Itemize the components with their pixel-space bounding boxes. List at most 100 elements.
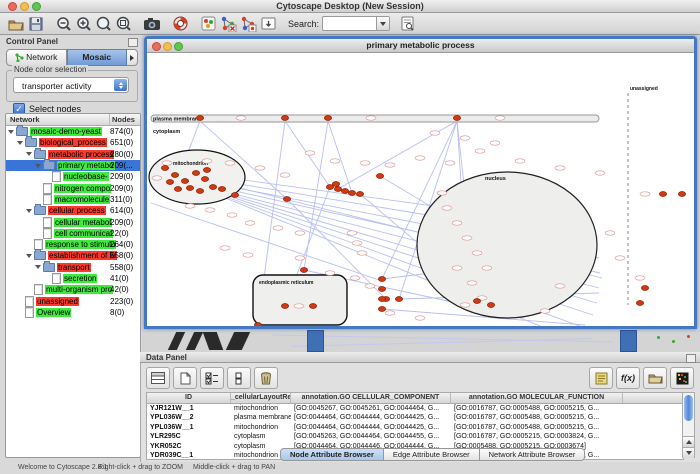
network-node[interactable]	[283, 197, 290, 202]
network-node[interactable]	[348, 191, 355, 196]
zoom-actual-size-icon[interactable]	[94, 15, 114, 33]
scrollbar-thumb[interactable]	[684, 395, 693, 421]
tree-row-macromolecule[interactable]: macromolecule311(0)	[6, 194, 140, 205]
network-node[interactable]	[281, 304, 288, 309]
table-scrollbar[interactable]	[682, 392, 695, 458]
network-node[interactable]	[309, 304, 316, 309]
table-row-ypl036w__2[interactable]: YPL036W__2plasma membrane[GO:0044464, GO…	[147, 413, 683, 422]
formula-builder-icon[interactable]	[589, 367, 613, 389]
expander-icon[interactable]	[8, 130, 14, 134]
tab-node-attribute-browser[interactable]: Node Attribute Browser	[280, 448, 384, 461]
layout-network-red-icon[interactable]	[238, 15, 258, 33]
network-node[interactable]	[171, 173, 178, 178]
network-node[interactable]	[356, 192, 363, 197]
close-window-button[interactable]	[8, 2, 17, 11]
layout-network-blue-icon[interactable]	[218, 15, 238, 33]
search-input[interactable]	[322, 16, 390, 31]
control-panel-float-icon[interactable]	[128, 38, 138, 47]
zoom-in-icon[interactable]	[74, 15, 94, 33]
scroll-down-button[interactable]	[683, 447, 694, 458]
network-node[interactable]	[192, 171, 199, 176]
network-window-titlebar[interactable]: primary metabolic process	[147, 39, 694, 53]
annotation-icon[interactable]	[198, 15, 218, 33]
network-node[interactable]	[203, 168, 210, 173]
tree-row-primary-metabo[interactable]: primary metabo209(...	[6, 160, 140, 171]
new-attribute-icon[interactable]	[173, 367, 197, 389]
import-attributes-icon[interactable]	[643, 367, 667, 389]
network-node[interactable]	[181, 179, 188, 184]
network-node[interactable]	[161, 166, 168, 171]
import-network-icon[interactable]	[258, 15, 278, 33]
tree-row-multi-organism-pro[interactable]: multi-organism pro42(0)	[6, 284, 140, 295]
network-node[interactable]	[254, 323, 261, 327]
tree-row-secretion[interactable]: secretion41(0)	[6, 273, 140, 284]
zoom-out-icon[interactable]	[54, 15, 74, 33]
tree-row-response-to-stimulu[interactable]: response to stimulu264(0)	[6, 239, 140, 250]
attribute-table-icon[interactable]	[146, 367, 170, 389]
help-lifesaver-icon[interactable]	[170, 15, 190, 33]
tree-row-establishment-of-lo[interactable]: establishment of lo558(0)	[6, 250, 140, 261]
network-node[interactable]	[201, 177, 208, 182]
tree-row-overview[interactable]: Overview8(0)	[6, 307, 140, 318]
network-minimize-button[interactable]	[163, 42, 172, 51]
network-node[interactable]	[636, 301, 643, 306]
search-dropdown-button[interactable]	[376, 17, 389, 30]
network-node[interactable]	[453, 116, 460, 121]
network-close-button[interactable]	[152, 42, 161, 51]
zoom-window-button[interactable]	[32, 2, 41, 11]
network-node[interactable]	[487, 303, 494, 308]
column-molecular-function[interactable]: annotation.GO MOLECULAR_FUNCTION	[451, 393, 623, 403]
search-config-icon[interactable]	[398, 15, 418, 33]
tree-row-nitrogen-compo[interactable]: nitrogen compo209(0)	[6, 182, 140, 193]
network-node[interactable]	[196, 116, 203, 121]
delete-attribute-icon[interactable]	[254, 367, 278, 389]
network-node[interactable]	[395, 297, 402, 302]
network-node[interactable]	[678, 192, 685, 197]
network-node[interactable]	[378, 297, 385, 302]
tree-row-cellular-process[interactable]: cellular process614(0)	[6, 205, 140, 216]
unselect-attributes-icon[interactable]	[227, 367, 251, 389]
zoom-fit-content-icon[interactable]	[114, 15, 134, 33]
tab-network-attribute-browser[interactable]: Network Attribute Browser	[480, 448, 586, 461]
function-icon[interactable]: f(x)	[616, 367, 640, 389]
network-node[interactable]	[378, 307, 385, 312]
tab-overflow-button[interactable]	[127, 49, 138, 66]
tab-mosaic[interactable]: Mosaic	[67, 49, 128, 66]
network-node[interactable]	[209, 185, 216, 190]
column-cellular-component[interactable]: annotation.GO CELLULAR_COMPONENT	[291, 393, 451, 403]
network-node[interactable]	[641, 286, 648, 291]
column-layout-region[interactable]: _cellularLayoutRegion	[231, 393, 291, 403]
tab-edge-attribute-browser[interactable]: Edge Attribute Browser	[384, 448, 480, 461]
table-row-ypl036w__1[interactable]: YPL036W__1mitochondrion[GO:0044464, GO:0…	[147, 423, 683, 432]
tab-network[interactable]: Network	[6, 49, 67, 66]
minimize-window-button[interactable]	[20, 2, 29, 11]
network-node[interactable]	[341, 189, 348, 194]
column-id[interactable]: ID	[147, 393, 231, 403]
network-node[interactable]	[334, 187, 341, 192]
expander-icon[interactable]	[35, 265, 41, 269]
network-node[interactable]	[473, 299, 480, 304]
network-node[interactable]	[174, 187, 181, 192]
tree-row-metabolic-process[interactable]: metabolic process280(0)	[6, 149, 140, 160]
open-session-icon[interactable]	[6, 15, 26, 33]
tree-row-nucleobase-[interactable]: nucleobase-209(0)	[6, 171, 140, 182]
snapshot-camera-icon[interactable]	[142, 15, 162, 33]
tree-row-biological-process[interactable]: biological_process651(0)	[6, 137, 140, 148]
network-node[interactable]	[281, 116, 288, 121]
tree-row-transport[interactable]: transport558(0)	[6, 262, 140, 273]
expander-icon[interactable]	[26, 209, 32, 213]
select-attributes-icon[interactable]	[200, 367, 224, 389]
expander-icon[interactable]	[26, 152, 32, 156]
data-panel-float-icon[interactable]	[686, 354, 696, 363]
network-zoom-button[interactable]	[174, 42, 183, 51]
network-node[interactable]	[332, 182, 339, 187]
tree-row-cell-communicat[interactable]: cell communicat22(0)	[6, 228, 140, 239]
network-node[interactable]	[218, 187, 225, 192]
attribute-table-header[interactable]: ID _cellularLayoutRegion annotation.GO C…	[147, 393, 683, 404]
network-node[interactable]	[378, 287, 385, 292]
scroll-up-button[interactable]	[683, 436, 694, 447]
tree-row-unassigned[interactable]: unassigned223(0)	[6, 295, 140, 306]
network-canvas[interactable]: plasma membrane cytoplasm mitochondrion …	[147, 53, 694, 326]
expander-icon[interactable]	[35, 164, 41, 168]
network-node[interactable]	[166, 180, 173, 185]
